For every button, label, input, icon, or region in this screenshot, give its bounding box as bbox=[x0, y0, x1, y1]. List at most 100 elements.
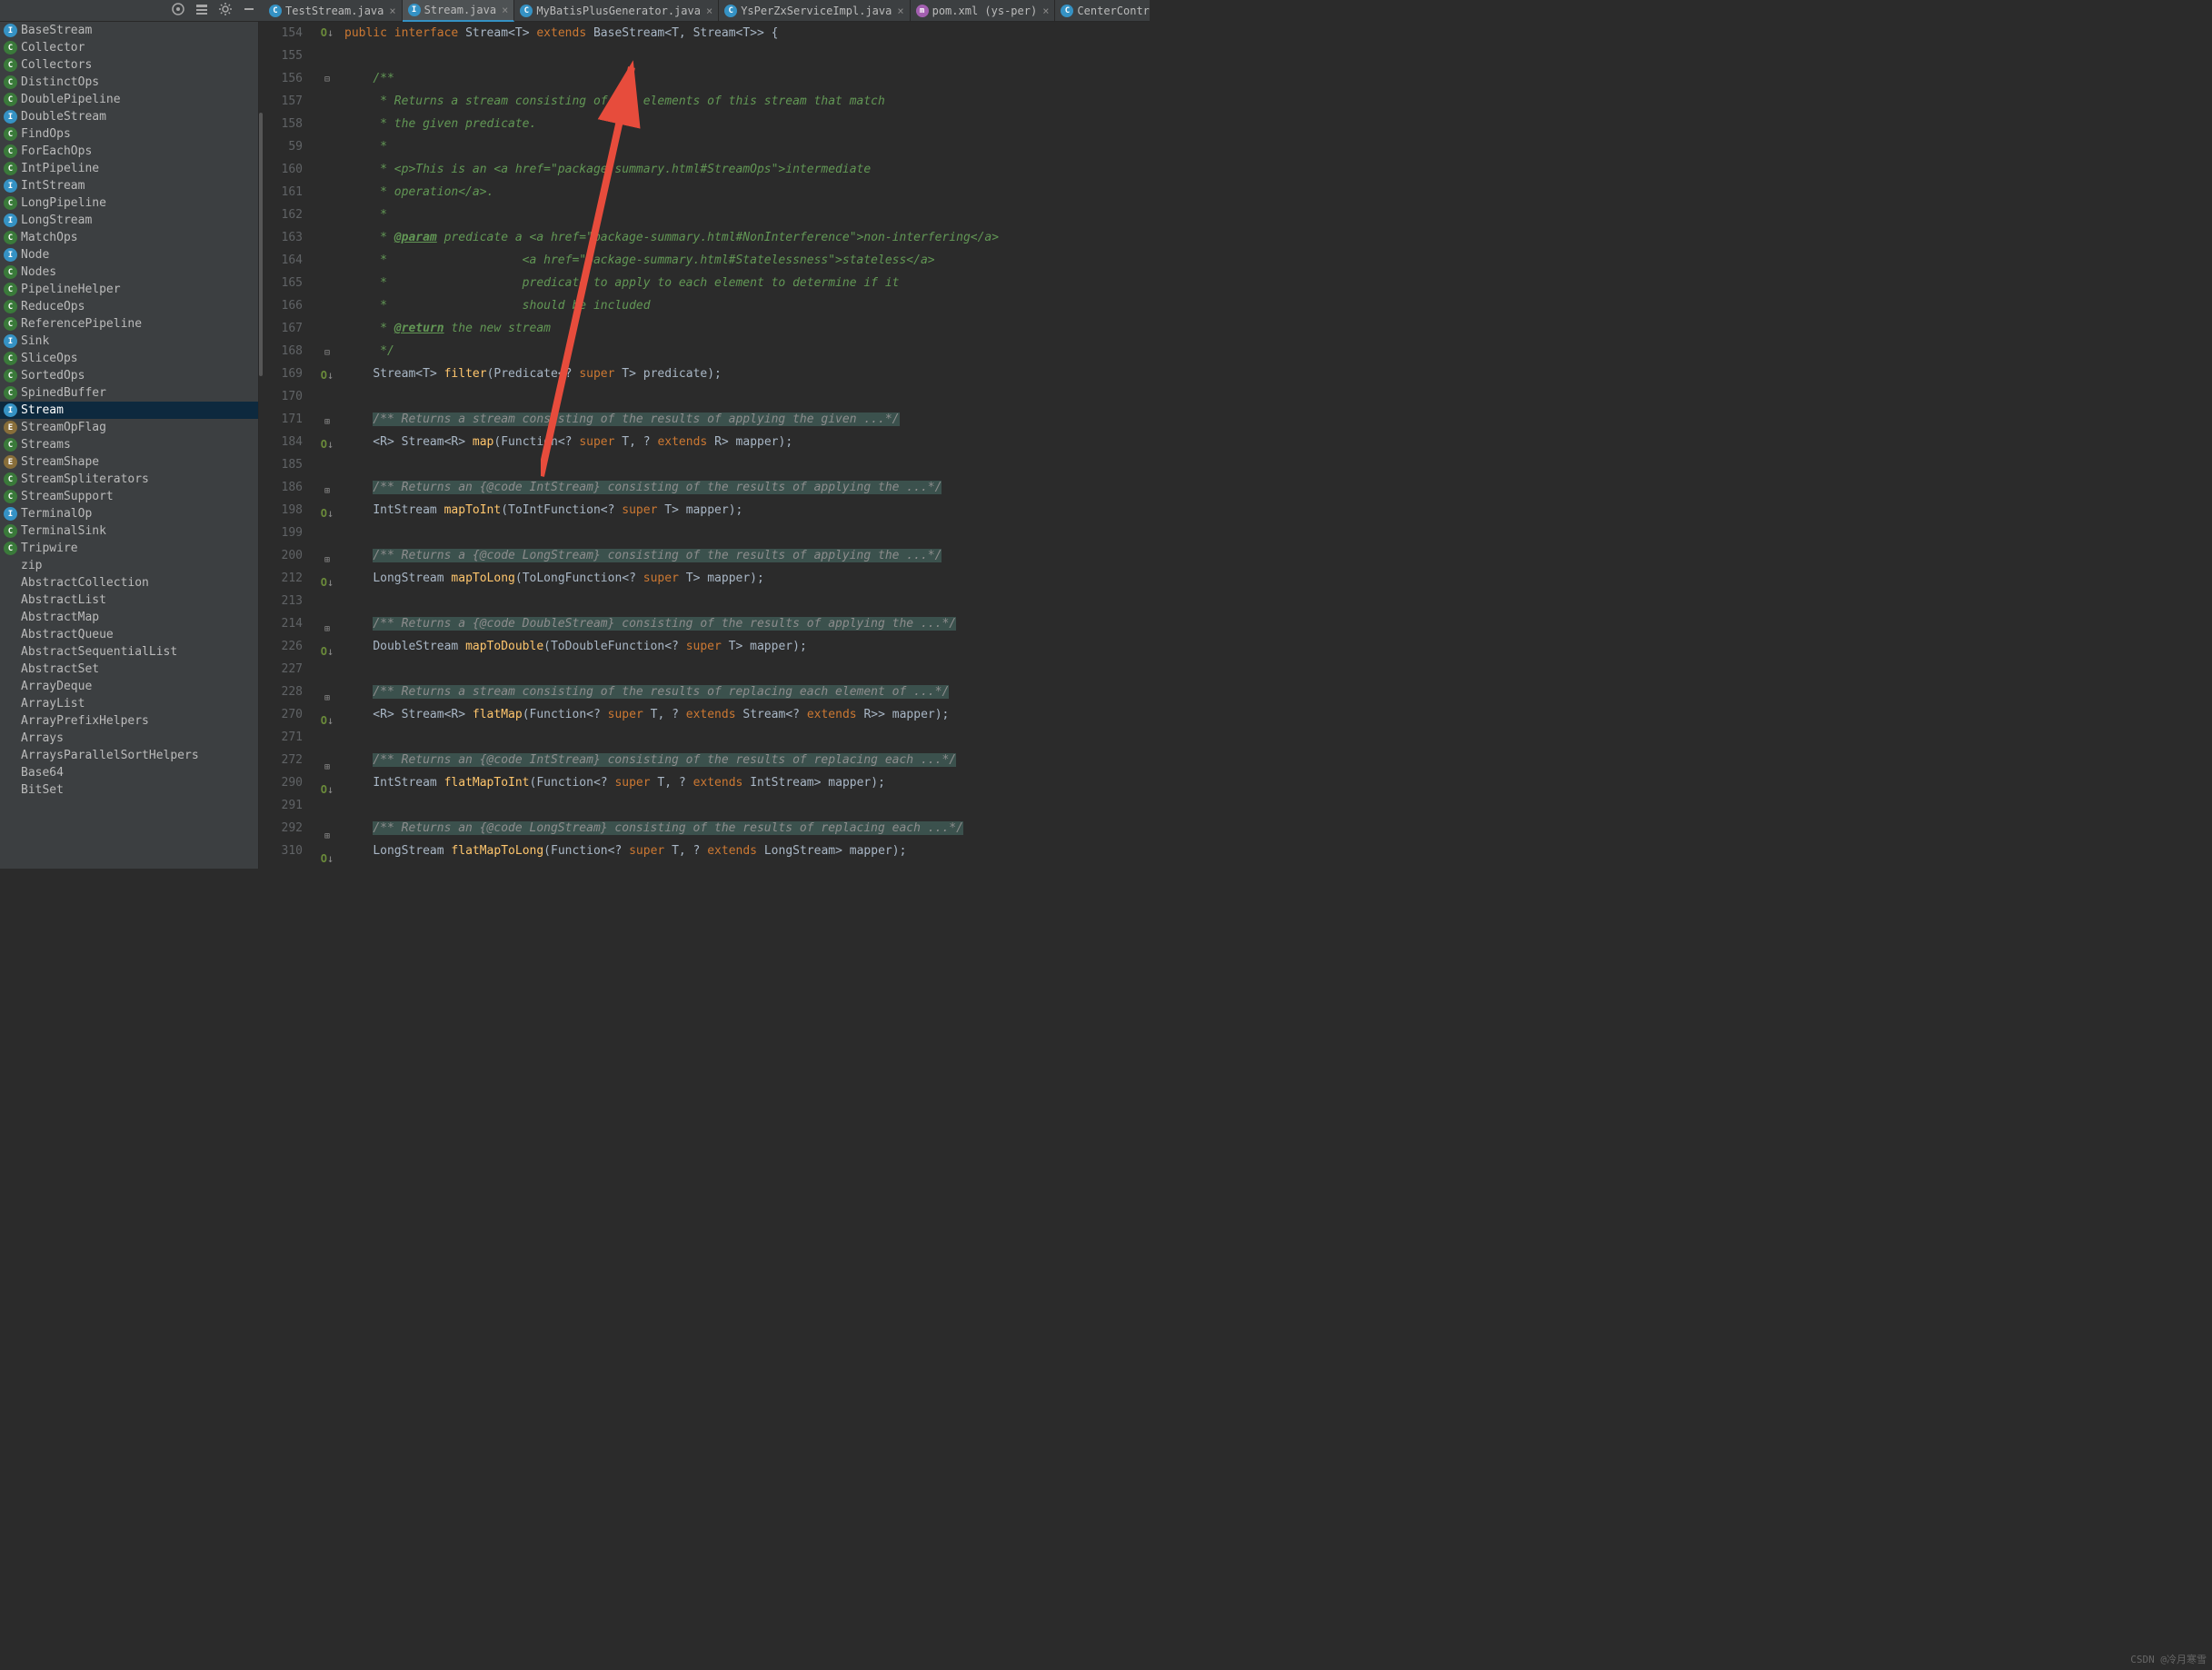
sidebar-item-abstractqueue[interactable]: AbstractQueue bbox=[0, 626, 258, 643]
override-gutter[interactable]: O↓ bbox=[314, 572, 341, 594]
gutter-marks[interactable]: O↓ ⊟ ⊟O↓ ⊞O↓ ⊞O↓ ⊞O↓ ⊞O↓ ⊞O↓ ⊞O↓ ⊞O↓ bbox=[314, 22, 341, 869]
sidebar-item-matchops[interactable]: CMatchOps bbox=[0, 229, 258, 246]
override-gutter[interactable]: O↓ bbox=[314, 710, 341, 732]
structure-tree[interactable]: IBaseStreamCCollectorCCollectorsCDistinc… bbox=[0, 22, 259, 869]
code-line[interactable]: * bbox=[344, 204, 1150, 226]
code-line[interactable]: <R> Stream<R> flatMap(Function<? super T… bbox=[344, 703, 1150, 726]
sidebar-item-foreachops[interactable]: CForEachOps bbox=[0, 143, 258, 160]
sidebar-item-intstream[interactable]: IIntStream bbox=[0, 177, 258, 194]
sidebar-item-sliceops[interactable]: CSliceOps bbox=[0, 350, 258, 367]
code-line[interactable]: LongStream mapToLong(ToLongFunction<? su… bbox=[344, 567, 1150, 590]
tab-teststream-java[interactable]: CTestStream.java× bbox=[264, 0, 403, 22]
tab-ysperzxserviceimpl-java[interactable]: CYsPerZxServiceImpl.java× bbox=[719, 0, 910, 22]
close-icon[interactable]: × bbox=[389, 5, 395, 17]
sidebar-item-stream[interactable]: IStream bbox=[0, 402, 258, 419]
sidebar-item-referencepipeline[interactable]: CReferencePipeline bbox=[0, 315, 258, 333]
code-line[interactable]: IntStream flatMapToInt(Function<? super … bbox=[344, 771, 1150, 794]
code-line[interactable]: /** Returns a stream consisting of the r… bbox=[344, 408, 1150, 431]
sidebar-item-arraydeque[interactable]: ArrayDeque bbox=[0, 678, 258, 695]
sidebar-item-abstractset[interactable]: AbstractSet bbox=[0, 661, 258, 678]
minus-icon[interactable] bbox=[242, 2, 256, 20]
close-icon[interactable]: × bbox=[502, 4, 508, 16]
sidebar-item-arrays[interactable]: Arrays bbox=[0, 730, 258, 747]
sidebar-item-arraylist[interactable]: ArrayList bbox=[0, 695, 258, 712]
sidebar-item-longpipeline[interactable]: CLongPipeline bbox=[0, 194, 258, 212]
sidebar-item-terminalop[interactable]: ITerminalOp bbox=[0, 505, 258, 522]
tab-pom-xml-ys-per-[interactable]: mpom.xml (ys-per)× bbox=[911, 0, 1056, 22]
fold-toggle[interactable]: ⊞ bbox=[314, 548, 341, 572]
code-line[interactable]: * bbox=[344, 135, 1150, 158]
sidebar-item-pipelinehelper[interactable]: CPipelineHelper bbox=[0, 281, 258, 298]
sidebar-item-findops[interactable]: CFindOps bbox=[0, 125, 258, 143]
code-line[interactable] bbox=[344, 385, 1150, 408]
code-line[interactable] bbox=[344, 453, 1150, 476]
sidebar-item-arrayprefixhelpers[interactable]: ArrayPrefixHelpers bbox=[0, 712, 258, 730]
override-gutter[interactable]: O↓ bbox=[314, 641, 341, 663]
layout-icon[interactable] bbox=[194, 2, 209, 20]
sidebar-item-sortedops[interactable]: CSortedOps bbox=[0, 367, 258, 384]
code-line[interactable] bbox=[344, 794, 1150, 817]
override-gutter[interactable]: O↓ bbox=[314, 433, 341, 456]
code-line[interactable]: <R> Stream<R> map(Function<? super T, ? … bbox=[344, 431, 1150, 453]
code-line[interactable]: DoubleStream mapToDouble(ToDoubleFunctio… bbox=[344, 635, 1150, 658]
target-icon[interactable] bbox=[171, 2, 185, 20]
code-line[interactable]: /** Returns an {@code LongStream} consis… bbox=[344, 817, 1150, 840]
code-line[interactable]: IntStream mapToInt(ToIntFunction<? super… bbox=[344, 499, 1150, 522]
sidebar-item-node[interactable]: INode bbox=[0, 246, 258, 263]
code-line[interactable]: */ bbox=[344, 340, 1150, 363]
fold-toggle[interactable]: ⊞ bbox=[314, 479, 341, 502]
close-icon[interactable]: × bbox=[897, 5, 903, 17]
code-line[interactable]: * predicate to apply to each element to … bbox=[344, 272, 1150, 294]
code-line[interactable]: /** Returns a {@code LongStream} consist… bbox=[344, 544, 1150, 567]
sidebar-item-nodes[interactable]: CNodes bbox=[0, 263, 258, 281]
sidebar-item-distinctops[interactable]: CDistinctOps bbox=[0, 74, 258, 91]
tab-centercontroller-java[interactable]: CCenterController.java× bbox=[1055, 0, 1150, 22]
code-line[interactable]: /** Returns a stream consisting of the r… bbox=[344, 681, 1150, 703]
code-line[interactable]: * <a href="package-summary.html#Stateles… bbox=[344, 249, 1150, 272]
code-line[interactable]: public interface Stream<T> extends BaseS… bbox=[344, 22, 1150, 45]
sidebar-item-streamspliterators[interactable]: CStreamSpliterators bbox=[0, 471, 258, 488]
sidebar-item-streamshape[interactable]: EStreamShape bbox=[0, 453, 258, 471]
sidebar-item-base64[interactable]: Base64 bbox=[0, 764, 258, 781]
fold-toggle[interactable]: ⊞ bbox=[314, 824, 341, 848]
code-line[interactable]: * should be included bbox=[344, 294, 1150, 317]
sidebar-item-bitset[interactable]: BitSet bbox=[0, 781, 258, 799]
code-line[interactable]: * @return the new stream bbox=[344, 317, 1150, 340]
scrollbar[interactable] bbox=[259, 113, 263, 376]
sidebar-item-abstractmap[interactable]: AbstractMap bbox=[0, 609, 258, 626]
gear-icon[interactable] bbox=[218, 2, 233, 20]
sidebar-item-arraysparallelsorthelpers[interactable]: ArraysParallelSortHelpers bbox=[0, 747, 258, 764]
sidebar-item-basestream[interactable]: IBaseStream bbox=[0, 22, 258, 39]
sidebar-item-tripwire[interactable]: CTripwire bbox=[0, 540, 258, 557]
code-content[interactable]: public interface Stream<T> extends BaseS… bbox=[341, 22, 1150, 869]
override-gutter[interactable]: O↓ bbox=[314, 364, 341, 387]
code-line[interactable] bbox=[344, 522, 1150, 544]
code-line[interactable] bbox=[344, 726, 1150, 749]
override-gutter[interactable]: O↓ bbox=[314, 22, 341, 45]
code-line[interactable]: * <p>This is an <a href="package-summary… bbox=[344, 158, 1150, 181]
close-icon[interactable]: × bbox=[706, 5, 712, 17]
sidebar-item-abstractsequentiallist[interactable]: AbstractSequentialList bbox=[0, 643, 258, 661]
fold-toggle[interactable]: ⊞ bbox=[314, 617, 341, 641]
code-line[interactable]: * Returns a stream consisting of the ele… bbox=[344, 90, 1150, 113]
tab-stream-java[interactable]: IStream.java× bbox=[403, 0, 515, 22]
code-line[interactable] bbox=[344, 45, 1150, 67]
sidebar-item-collector[interactable]: CCollector bbox=[0, 39, 258, 56]
sidebar-item-spinedbuffer[interactable]: CSpinedBuffer bbox=[0, 384, 258, 402]
sidebar-item-reduceops[interactable]: CReduceOps bbox=[0, 298, 258, 315]
sidebar-item-streams[interactable]: CStreams bbox=[0, 436, 258, 453]
override-gutter[interactable]: O↓ bbox=[314, 848, 341, 869]
override-gutter[interactable]: O↓ bbox=[314, 502, 341, 525]
fold-toggle[interactable]: ⊟ bbox=[314, 67, 341, 91]
sidebar-item-doublepipeline[interactable]: CDoublePipeline bbox=[0, 91, 258, 108]
code-line[interactable] bbox=[344, 658, 1150, 681]
code-line[interactable] bbox=[344, 590, 1150, 612]
fold-toggle[interactable]: ⊞ bbox=[314, 755, 341, 779]
sidebar-item-zip[interactable]: zip bbox=[0, 557, 258, 574]
sidebar-item-intpipeline[interactable]: CIntPipeline bbox=[0, 160, 258, 177]
sidebar-item-abstractlist[interactable]: AbstractList bbox=[0, 591, 258, 609]
tab-mybatisplusgenerator-java[interactable]: CMyBatisPlusGenerator.java× bbox=[514, 0, 719, 22]
sidebar-item-streamopflag[interactable]: EStreamOpFlag bbox=[0, 419, 258, 436]
sidebar-item-streamsupport[interactable]: CStreamSupport bbox=[0, 488, 258, 505]
code-line[interactable]: /** bbox=[344, 67, 1150, 90]
